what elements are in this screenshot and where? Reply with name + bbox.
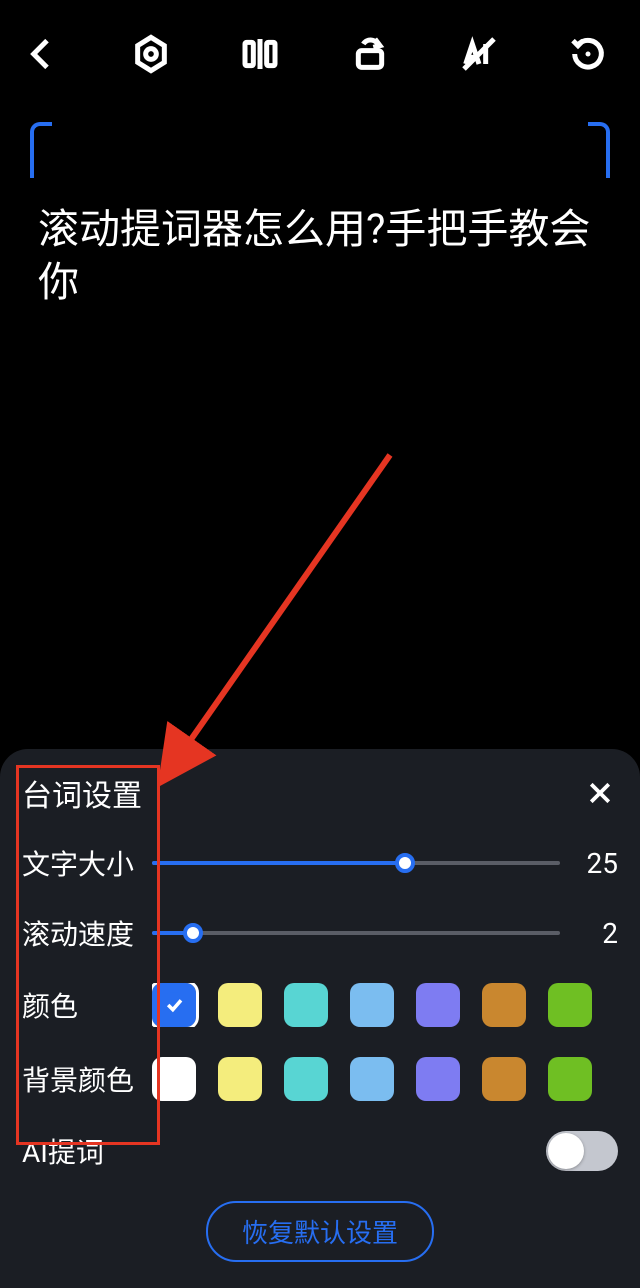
font-size-slider[interactable]	[152, 848, 560, 878]
color-swatch[interactable]	[416, 1057, 460, 1101]
ai-prompt-row: AI提词	[22, 1131, 618, 1171]
top-toolbar	[0, 0, 640, 108]
frame-bracket-top-left	[30, 122, 52, 178]
flip-mirror-icon[interactable]	[236, 30, 284, 78]
font-size-label: 文字大小	[22, 843, 152, 883]
font-size-row: 文字大小 25	[22, 843, 618, 883]
font-size-value: 25	[578, 847, 618, 880]
color-swatch[interactable]	[284, 1057, 328, 1101]
font-size-slider-wrap: 25	[152, 847, 618, 880]
text-color-label: 颜色	[22, 985, 152, 1025]
reset-wrap: 恢复默认设置	[22, 1201, 618, 1262]
color-swatch[interactable]	[350, 983, 394, 1027]
ai-off-icon[interactable]	[455, 30, 503, 78]
frame-bracket-top-right	[588, 122, 610, 178]
color-swatch[interactable]	[548, 1057, 592, 1101]
color-swatch[interactable]	[284, 983, 328, 1027]
scroll-speed-slider[interactable]	[152, 918, 560, 948]
bg-color-label: 背景颜色	[22, 1059, 152, 1099]
panel-header: 台词设置	[22, 771, 618, 815]
scroll-speed-value: 2	[578, 917, 618, 950]
bg-color-swatches	[152, 1057, 592, 1101]
color-swatch[interactable]	[350, 1057, 394, 1101]
back-icon[interactable]	[18, 30, 66, 78]
scroll-speed-label: 滚动速度	[22, 913, 152, 953]
panel-title: 台词设置	[22, 771, 142, 815]
ai-prompt-label: AI提词	[22, 1131, 104, 1171]
text-color-swatches	[152, 983, 592, 1027]
color-swatch[interactable]	[482, 1057, 526, 1101]
color-swatch[interactable]	[218, 1057, 262, 1101]
color-swatch[interactable]	[416, 983, 460, 1027]
scroll-speed-slider-wrap: 2	[152, 917, 618, 950]
settings-hex-icon[interactable]	[127, 30, 175, 78]
ai-prompt-toggle[interactable]	[546, 1131, 618, 1171]
color-swatch[interactable]	[548, 983, 592, 1027]
restore-icon[interactable]	[564, 30, 612, 78]
color-swatch[interactable]	[152, 1057, 196, 1101]
close-button[interactable]	[582, 775, 618, 811]
bg-color-row: 背景颜色	[22, 1057, 618, 1101]
teleprompter-text: 滚动提词器怎么用?手把手教会你	[30, 128, 610, 311]
rotate-window-icon[interactable]	[346, 30, 394, 78]
prompt-stage: 滚动提词器怎么用?手把手教会你	[0, 108, 640, 331]
color-swatch[interactable]	[152, 983, 196, 1027]
color-swatch[interactable]	[482, 983, 526, 1027]
text-color-row: 颜色	[22, 983, 618, 1027]
scroll-speed-row: 滚动速度 2	[22, 913, 618, 953]
color-swatch[interactable]	[218, 983, 262, 1027]
reset-button[interactable]: 恢复默认设置	[206, 1201, 434, 1262]
settings-panel: 台词设置 文字大小 25 滚动速度 2 颜色	[0, 749, 640, 1288]
